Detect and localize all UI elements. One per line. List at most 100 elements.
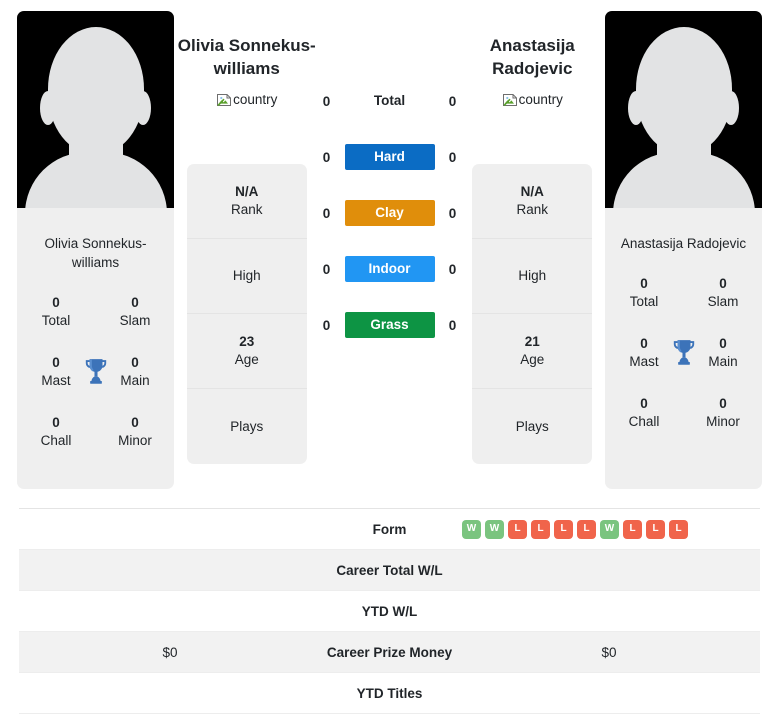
info-label: Rank [230,202,263,217]
right-player-info-card: N/A Rank High 21 Age Plays [472,164,593,464]
right-player-name: Anastasija Radojevic [489,36,575,78]
titles-row: 0 Chall 0 Minor [613,395,754,431]
form-badge-win[interactable]: W [485,519,504,539]
surface-label-hard[interactable]: Hard [344,144,435,170]
info-cell-rank: N/A Rank [186,164,307,239]
info-label: Age [234,352,259,367]
row-label-career-total-wl: Career Total W/L [336,562,443,578]
surface-comparison-column: 0 Total 0 0 Hard 0 0 Clay 0 0 Indoor 0 0 [320,11,460,353]
country-alt-text: country [233,92,278,107]
title-stat-mast: 0 Mast [25,354,87,390]
titles-row: 0 Total 0 Slam [613,275,754,311]
surface-row-indoor: 0 Indoor 0 [320,241,460,297]
info-value: 21 [524,334,540,349]
info-label: High [232,268,261,283]
surface-right-value: 0 [448,205,457,221]
right-player-card: Anastasija Radojevic 0 Total 0 Slam 0 Ma… [605,11,762,489]
table-row: YTD Titles [19,673,760,714]
surface-right-value: 0 [448,93,457,109]
form-badge-list: WWLLLLWLLL [458,519,760,539]
row-right-value: $0 [601,644,617,660]
country-alt-text: country [518,92,563,107]
silhouette-body [24,152,167,208]
title-stat-main: 0 Main [692,335,754,371]
silhouette-body [612,152,755,208]
form-badge-loss[interactable]: L [646,519,665,539]
stat-label: Total [629,294,659,309]
info-cell-plays: Plays [472,389,592,464]
info-cell-age: 23 Age [186,314,307,389]
info-value: N/A [235,184,259,199]
info-cell-high: High [472,239,593,314]
title-stat-minor: 0 Minor [104,414,166,450]
titles-row: 0 Chall 0 Minor [25,414,166,450]
stat-label: Mast [41,373,71,388]
right-player-photo [605,11,762,208]
stat-label: Slam [119,313,151,328]
titles-row: 0 Mast 0 Main [25,354,166,390]
stat-label: Chall [628,414,660,429]
stat-value: 0 [640,396,648,411]
title-stat-minor: 0 Minor [692,395,754,431]
trophy-icon [671,337,697,367]
stat-value: 0 [131,415,139,430]
surface-label-clay[interactable]: Clay [344,200,435,226]
row-left-value: $0 [162,644,178,660]
stat-value: 0 [719,336,727,351]
left-country-flag: country [216,91,277,108]
left-player-name: Olivia Sonnekus-williams [177,36,316,78]
silhouette-ear-left [628,91,644,125]
broken-image-icon [502,92,518,108]
table-row: Form WWLLLLWLLL [19,509,760,550]
stat-value: 0 [52,415,60,430]
form-badge-loss[interactable]: L [531,519,550,539]
title-stat-mast: 0 Mast [613,335,675,371]
info-cell-plays: Plays [187,389,307,464]
stat-value: 0 [640,336,648,351]
surface-label-indoor[interactable]: Indoor [344,256,435,282]
info-value: N/A [520,184,544,199]
right-country-flag: country [502,91,563,108]
form-badge-win[interactable]: W [600,519,619,539]
left-player-info-card: N/A Rank High 23 Age Plays [186,164,307,464]
silhouette-ear-right [723,91,739,125]
form-badge-loss[interactable]: L [508,519,527,539]
table-row: Career Total W/L [19,550,760,591]
stat-value: 0 [640,276,648,291]
surface-left-value: 0 [322,261,331,277]
stat-label: Main [120,373,150,388]
comparison-table: Form WWLLLLWLLL Career Total W/L YTD W/L… [19,508,760,714]
info-label: Plays [515,418,549,434]
left-player-card: Olivia Sonnekus-williams 0 Total 0 Slam [17,11,174,489]
stat-label: Mast [629,354,659,369]
right-player-titles-grid: 0 Total 0 Slam 0 Mast 0 Main 0 Chall 0 M… [605,253,762,447]
stat-label: Slam [707,294,739,309]
trophy-icon [83,356,109,386]
left-player-card-name: Olivia Sonnekus-williams [44,236,147,270]
stat-value: 0 [52,355,60,370]
right-player-info-column: Anastasija Radojevic country N/A Rank Hi… [460,11,606,464]
surface-label-grass[interactable]: Grass [344,312,435,338]
silhouette-ear-right [135,91,151,125]
title-stat-slam: 0 Slam [104,294,166,330]
form-badge-loss[interactable]: L [623,519,642,539]
form-badge-win[interactable]: W [462,519,481,539]
surface-row-hard: 0 Hard 0 [320,129,460,185]
row-label-ytd-titles: YTD Titles [356,685,423,701]
surface-left-value: 0 [322,149,331,165]
stat-label: Minor [706,414,740,429]
form-badge-loss[interactable]: L [577,519,596,539]
surface-label-total: Total [373,93,406,108]
right-player-card-name: Anastasija Radojevic [620,236,747,251]
form-badge-loss[interactable]: L [554,519,573,539]
info-label: Plays [230,418,264,434]
stat-label: Main [708,354,738,369]
surface-left-value: 0 [322,93,331,109]
surface-right-value: 0 [448,149,457,165]
titles-row: 0 Mast 0 Main [613,335,754,371]
form-badge-loss[interactable]: L [669,519,688,539]
title-stat-total: 0 Total [613,275,675,311]
surface-row-clay: 0 Clay 0 [320,185,460,241]
stat-value: 0 [131,355,139,370]
left-player-photo [17,11,174,208]
